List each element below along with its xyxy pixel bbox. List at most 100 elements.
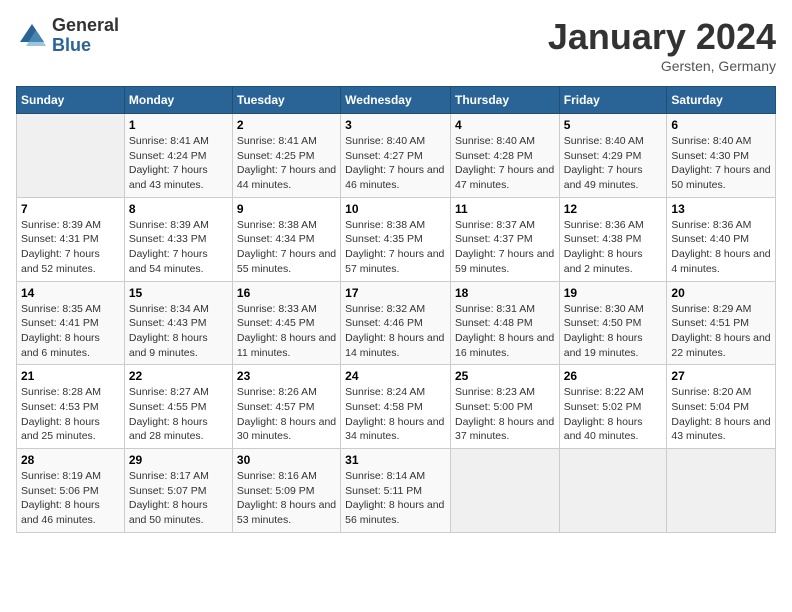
day-number: 11 — [455, 202, 555, 216]
day-number: 5 — [564, 118, 663, 132]
logo-general: General — [52, 16, 119, 36]
day-detail: Sunrise: 8:37 AMSunset: 4:37 PMDaylight:… — [455, 218, 555, 277]
calendar-table: SundayMondayTuesdayWednesdayThursdayFrid… — [16, 86, 776, 533]
weekday-header: Sunday — [17, 87, 125, 114]
calendar-cell — [450, 449, 559, 533]
calendar-cell: 15 Sunrise: 8:34 AMSunset: 4:43 PMDayligh… — [124, 281, 232, 365]
week-row: 28Sunrise: 8:19 AMSunset: 5:06 PMDayligh… — [17, 449, 776, 533]
day-detail: Sunrise: 8:35 AMSunset: 4:41 PMDaylight:… — [21, 302, 120, 361]
weekday-header: Thursday — [450, 87, 559, 114]
logo-blue: Blue — [52, 36, 119, 56]
day-detail: Sunrise: 8:34 AMSunset: 4:43 PMDaylight:… — [129, 302, 228, 361]
day-detail: Sunrise: 8:29 AMSunset: 4:51 PMDaylight:… — [671, 302, 771, 361]
day-number: 16 — [237, 286, 336, 300]
day-detail: Sunrise: 8:14 AMSunset: 5:11 PMDaylight:… — [345, 469, 446, 528]
calendar-cell: 9 Sunrise: 8:38 AMSunset: 4:34 PMDaylight… — [232, 197, 340, 281]
calendar-body: 1 Sunrise: 8:41 AMSunset: 4:24 PMDaylight… — [17, 114, 776, 533]
day-detail: Sunrise: 8:20 AMSunset: 5:04 PMDaylight:… — [671, 385, 771, 444]
day-number: 25 — [455, 369, 555, 383]
day-number: 15 — [129, 286, 228, 300]
day-number: 17 — [345, 286, 446, 300]
calendar-cell: 4 Sunrise: 8:40 AMSunset: 4:28 PMDaylight… — [450, 114, 559, 198]
day-detail: Sunrise: 8:30 AMSunset: 4:50 PMDaylight:… — [564, 302, 663, 361]
calendar-cell: 26 Sunrise: 8:22 AMSunset: 5:02 PMDayligh… — [559, 365, 667, 449]
weekday-header: Monday — [124, 87, 232, 114]
day-detail: Sunrise: 8:40 AMSunset: 4:30 PMDaylight:… — [671, 134, 771, 193]
day-detail: Sunrise: 8:41 AMSunset: 4:24 PMDaylight:… — [129, 134, 228, 193]
day-detail: Sunrise: 8:24 AMSunset: 4:58 PMDaylight:… — [345, 385, 446, 444]
calendar-cell: 8 Sunrise: 8:39 AMSunset: 4:33 PMDaylight… — [124, 197, 232, 281]
day-number: 23 — [237, 369, 336, 383]
week-row: 21 Sunrise: 8:28 AMSunset: 4:53 PMDayligh… — [17, 365, 776, 449]
calendar-cell: 10Sunrise: 8:38 AMSunset: 4:35 PMDayligh… — [341, 197, 451, 281]
day-detail: Sunrise: 8:38 AMSunset: 4:35 PMDaylight:… — [345, 218, 446, 277]
day-number: 19 — [564, 286, 663, 300]
week-row: 7Sunrise: 8:39 AMSunset: 4:31 PMDaylight… — [17, 197, 776, 281]
calendar-cell: 28Sunrise: 8:19 AMSunset: 5:06 PMDayligh… — [17, 449, 125, 533]
weekday-header: Friday — [559, 87, 667, 114]
calendar-header: SundayMondayTuesdayWednesdayThursdayFrid… — [17, 87, 776, 114]
calendar-cell: 16Sunrise: 8:33 AMSunset: 4:45 PMDayligh… — [232, 281, 340, 365]
day-number: 9 — [237, 202, 336, 216]
weekday-header: Wednesday — [341, 87, 451, 114]
calendar-cell: 23Sunrise: 8:26 AMSunset: 4:57 PMDayligh… — [232, 365, 340, 449]
day-number: 1 — [129, 118, 228, 132]
calendar-cell: 27 Sunrise: 8:20 AMSunset: 5:04 PMDayligh… — [667, 365, 776, 449]
day-detail: Sunrise: 8:32 AMSunset: 4:46 PMDaylight:… — [345, 302, 446, 361]
month-title: January 2024 — [548, 16, 776, 58]
day-detail: Sunrise: 8:40 AMSunset: 4:28 PMDaylight:… — [455, 134, 555, 193]
calendar-cell — [559, 449, 667, 533]
day-number: 18 — [455, 286, 555, 300]
day-detail: Sunrise: 8:17 AMSunset: 5:07 PMDaylight:… — [129, 469, 228, 528]
day-number: 21 — [21, 369, 120, 383]
day-number: 3 — [345, 118, 446, 132]
calendar-cell: 24 Sunrise: 8:24 AMSunset: 4:58 PMDayligh… — [341, 365, 451, 449]
day-number: 4 — [455, 118, 555, 132]
logo-text: General Blue — [52, 16, 119, 56]
day-detail: Sunrise: 8:23 AMSunset: 5:00 PMDaylight:… — [455, 385, 555, 444]
calendar-cell: 31 Sunrise: 8:14 AMSunset: 5:11 PMDayligh… — [341, 449, 451, 533]
calendar-cell: 13 Sunrise: 8:36 AMSunset: 4:40 PMDayligh… — [667, 197, 776, 281]
logo-icon — [16, 20, 48, 52]
weekday-header: Tuesday — [232, 87, 340, 114]
day-detail: Sunrise: 8:40 AMSunset: 4:27 PMDaylight:… — [345, 134, 446, 193]
week-row: 1 Sunrise: 8:41 AMSunset: 4:24 PMDaylight… — [17, 114, 776, 198]
logo: General Blue — [16, 16, 119, 56]
calendar-cell — [667, 449, 776, 533]
day-number: 26 — [564, 369, 663, 383]
calendar-cell: 5Sunrise: 8:40 AMSunset: 4:29 PMDaylight… — [559, 114, 667, 198]
calendar-cell: 29 Sunrise: 8:17 AMSunset: 5:07 PMDayligh… — [124, 449, 232, 533]
day-detail: Sunrise: 8:16 AMSunset: 5:09 PMDaylight:… — [237, 469, 336, 528]
calendar-cell: 12Sunrise: 8:36 AMSunset: 4:38 PMDayligh… — [559, 197, 667, 281]
day-number: 27 — [671, 369, 771, 383]
calendar-cell: 7Sunrise: 8:39 AMSunset: 4:31 PMDaylight… — [17, 197, 125, 281]
day-number: 30 — [237, 453, 336, 467]
day-number: 24 — [345, 369, 446, 383]
day-number: 28 — [21, 453, 120, 467]
day-number: 20 — [671, 286, 771, 300]
day-detail: Sunrise: 8:38 AMSunset: 4:34 PMDaylight:… — [237, 218, 336, 277]
calendar-cell: 25 Sunrise: 8:23 AMSunset: 5:00 PMDayligh… — [450, 365, 559, 449]
day-number: 31 — [345, 453, 446, 467]
calendar-cell: 22Sunrise: 8:27 AMSunset: 4:55 PMDayligh… — [124, 365, 232, 449]
calendar-cell: 17 Sunrise: 8:32 AMSunset: 4:46 PMDayligh… — [341, 281, 451, 365]
calendar-cell: 20 Sunrise: 8:29 AMSunset: 4:51 PMDayligh… — [667, 281, 776, 365]
day-detail: Sunrise: 8:27 AMSunset: 4:55 PMDaylight:… — [129, 385, 228, 444]
location-subtitle: Gersten, Germany — [548, 58, 776, 74]
day-number: 29 — [129, 453, 228, 467]
calendar-cell: 14 Sunrise: 8:35 AMSunset: 4:41 PMDayligh… — [17, 281, 125, 365]
day-detail: Sunrise: 8:36 AMSunset: 4:40 PMDaylight:… — [671, 218, 771, 277]
day-number: 7 — [21, 202, 120, 216]
day-detail: Sunrise: 8:28 AMSunset: 4:53 PMDaylight:… — [21, 385, 120, 444]
day-number: 12 — [564, 202, 663, 216]
page-header: General Blue January 2024 Gersten, Germa… — [16, 16, 776, 74]
day-number: 13 — [671, 202, 771, 216]
calendar-cell: 21 Sunrise: 8:28 AMSunset: 4:53 PMDayligh… — [17, 365, 125, 449]
title-block: January 2024 Gersten, Germany — [548, 16, 776, 74]
week-row: 14 Sunrise: 8:35 AMSunset: 4:41 PMDayligh… — [17, 281, 776, 365]
day-detail: Sunrise: 8:39 AMSunset: 4:33 PMDaylight:… — [129, 218, 228, 277]
day-number: 14 — [21, 286, 120, 300]
day-detail: Sunrise: 8:22 AMSunset: 5:02 PMDaylight:… — [564, 385, 663, 444]
day-number: 8 — [129, 202, 228, 216]
day-detail: Sunrise: 8:31 AMSunset: 4:48 PMDaylight:… — [455, 302, 555, 361]
